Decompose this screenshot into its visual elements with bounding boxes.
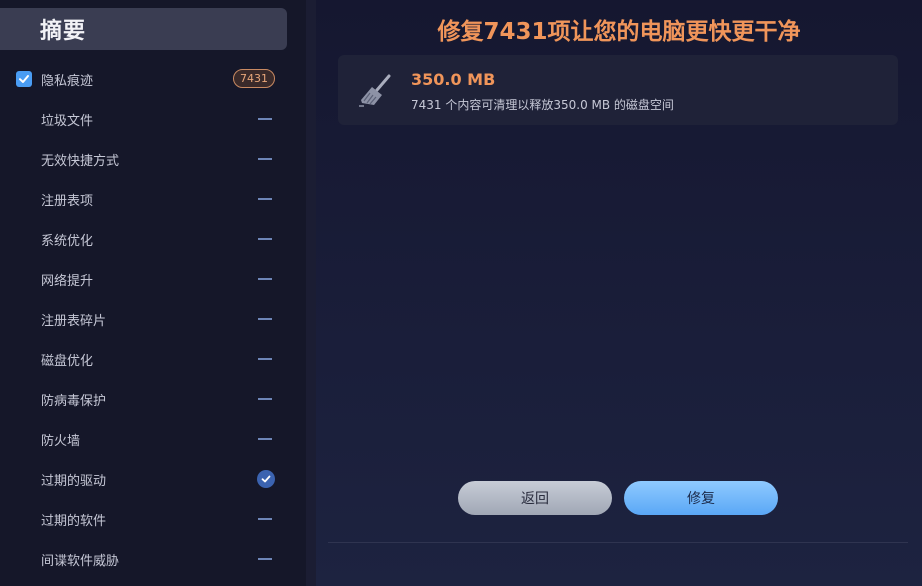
main-panel: 修复7431项让您的电脑更快更干净 350.0 MB 7431 个内容可清理以释… xyxy=(316,0,922,586)
summary-header[interactable]: 摘要 xyxy=(0,8,287,50)
sidebar-item-label: 间谍软件威胁 xyxy=(41,553,120,569)
summary-title: 摘要 xyxy=(40,19,87,44)
result-size: 350.0 MB xyxy=(411,70,496,89)
back-button[interactable]: 返回 xyxy=(458,481,612,515)
fix-button[interactable]: 修复 xyxy=(624,481,778,515)
sidebar-item[interactable]: 防病毒保护 xyxy=(0,379,306,419)
check-circle-icon xyxy=(257,470,275,488)
sidebar-item[interactable]: 注册表项 xyxy=(0,179,306,219)
dash-icon xyxy=(258,118,272,120)
sidebar-item-label: 磁盘优化 xyxy=(41,353,94,369)
sidebar-item[interactable]: 过期的驱动 xyxy=(0,459,306,499)
sidebar-item[interactable]: 系统优化 xyxy=(0,219,306,259)
sidebar-item-label: 隐私痕迹 xyxy=(41,73,94,89)
sidebar-item-label: 系统优化 xyxy=(41,233,94,249)
sidebar-item-label: 过期的驱动 xyxy=(41,473,107,489)
sidebar-item[interactable]: 隐私痕迹 7431 xyxy=(0,59,306,99)
dash-icon xyxy=(258,278,272,280)
sidebar-item[interactable]: 注册表碎片 xyxy=(0,299,306,339)
sidebar-item[interactable]: 过期的软件 xyxy=(0,499,306,539)
app-window: 摘要 隐私痕迹 7431 垃圾文件无效快捷方式 注册表项系统优化网络提升注册表碎片磁盘… xyxy=(0,0,922,586)
category-list: 隐私痕迹 7431 垃圾文件无效快捷方式 注册表项系统优化网络提升注册表碎片磁盘优化防… xyxy=(0,59,306,579)
sidebar-item[interactable]: 无效快捷方式 xyxy=(0,139,306,179)
sidebar-item[interactable]: 磁盘优化 xyxy=(0,339,306,379)
footer-divider xyxy=(328,542,908,543)
dash-icon xyxy=(258,558,272,560)
page-title: 修复7431项让您的电脑更快更干净 xyxy=(437,19,801,45)
dash-icon xyxy=(258,238,272,240)
panel-divider xyxy=(306,0,316,586)
sidebar-item-label: 网络提升 xyxy=(41,273,94,289)
sidebar-item-label: 注册表碎片 xyxy=(41,313,107,329)
dash-icon xyxy=(258,198,272,200)
sidebar-item-label: 无效快捷方式 xyxy=(41,153,120,169)
sidebar-item-label: 防病毒保护 xyxy=(41,393,107,409)
result-card: 350.0 MB 7431 个内容可清理以释放350.0 MB 的磁盘空间 xyxy=(338,55,898,125)
dash-icon xyxy=(258,398,272,400)
dash-icon xyxy=(258,158,272,160)
dash-icon xyxy=(258,438,272,440)
sidebar-item-label: 过期的软件 xyxy=(41,513,107,529)
sidebar-item[interactable]: 网络提升 xyxy=(0,259,306,299)
sidebar-item-label: 注册表项 xyxy=(41,193,94,209)
broom-icon xyxy=(359,74,391,107)
dash-icon xyxy=(258,518,272,520)
dash-icon xyxy=(258,358,272,360)
sidebar: 摘要 隐私痕迹 7431 垃圾文件无效快捷方式 注册表项系统优化网络提升注册表碎片磁盘… xyxy=(0,0,306,586)
count-badge: 7431 xyxy=(233,69,275,88)
result-description: 7431 个内容可清理以释放350.0 MB 的磁盘空间 xyxy=(411,98,674,112)
dash-icon xyxy=(258,318,272,320)
checkbox-checked-icon[interactable] xyxy=(16,71,32,87)
sidebar-item[interactable]: 防火墙 xyxy=(0,419,306,459)
sidebar-item-label: 防火墙 xyxy=(41,433,81,449)
sidebar-item-label: 垃圾文件 xyxy=(41,113,94,129)
sidebar-item[interactable]: 垃圾文件 xyxy=(0,99,306,139)
sidebar-item[interactable]: 间谍软件威胁 xyxy=(0,539,306,579)
